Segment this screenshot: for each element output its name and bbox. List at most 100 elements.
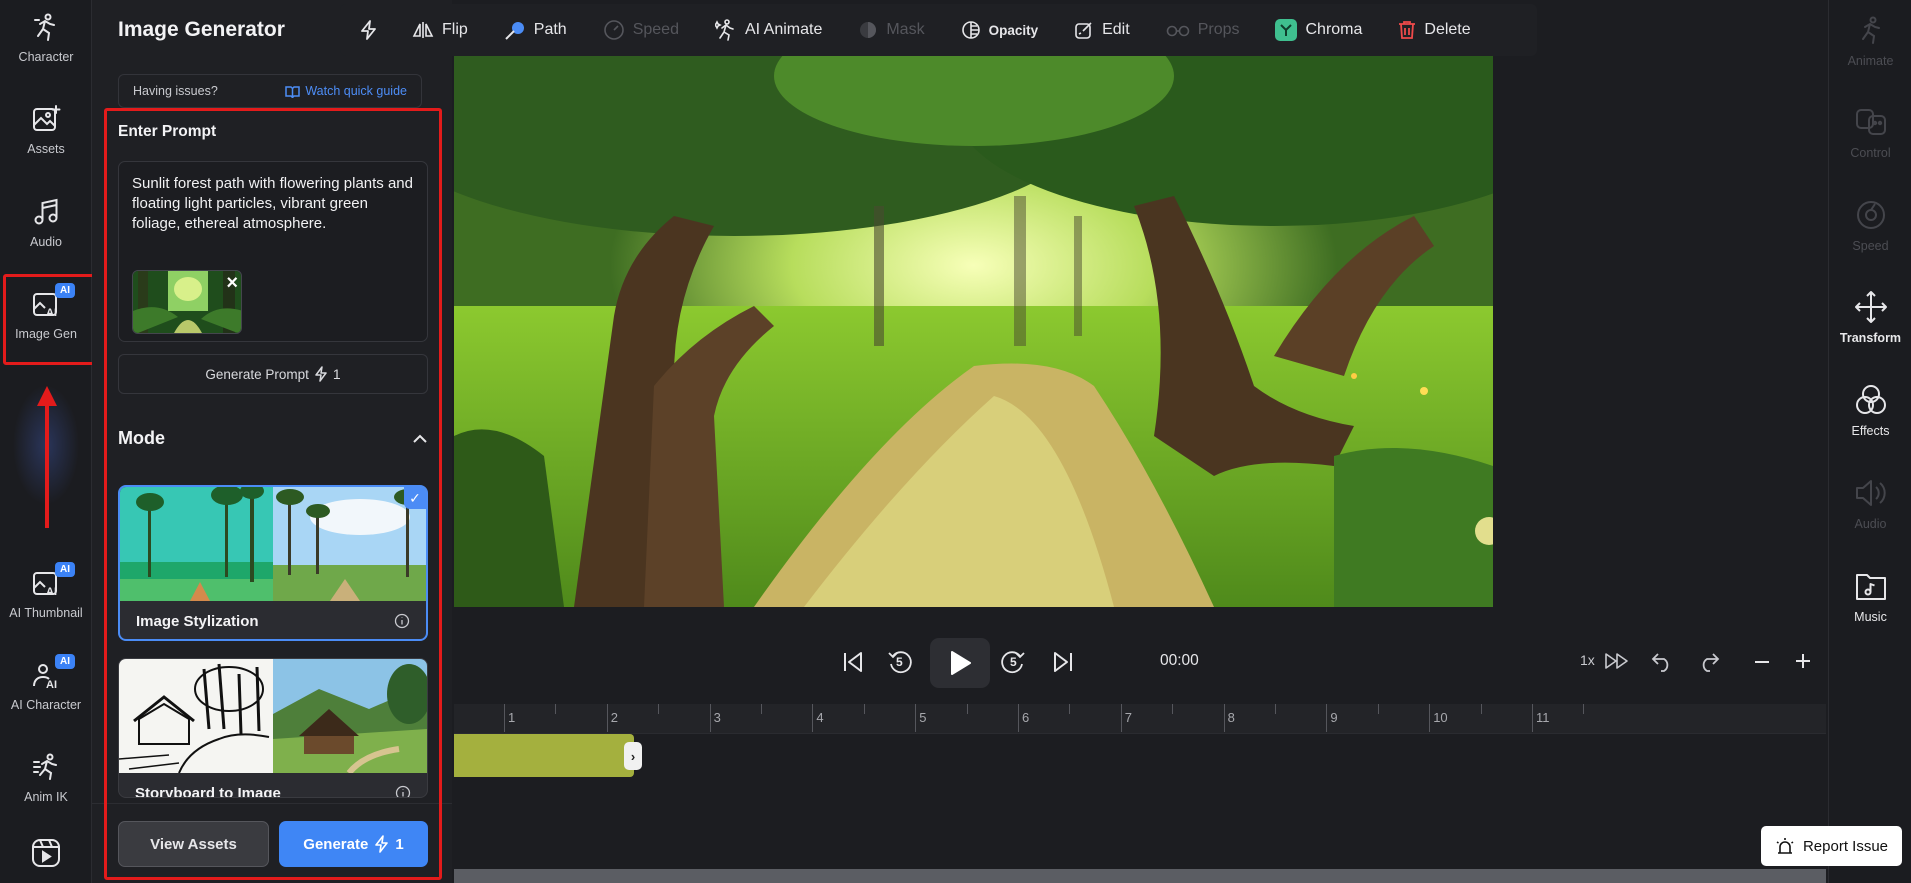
toolbar-speed-button[interactable]: Speed [603, 19, 679, 41]
ai-animate-icon [714, 19, 737, 41]
play-button[interactable] [930, 638, 990, 688]
rail-label: Character [18, 50, 74, 64]
ruler-major-tick [606, 704, 608, 732]
redo-button[interactable] [1697, 650, 1721, 672]
right-rail-label: Music [1854, 610, 1887, 624]
info-icon[interactable] [395, 785, 411, 797]
prompt-textarea[interactable]: Sunlit forest path with flowering plants… [118, 161, 428, 342]
image-plus-icon [29, 102, 63, 136]
ruler-major-tick [504, 704, 505, 732]
rail-item-video[interactable] [0, 826, 92, 883]
lightning-icon [375, 835, 389, 853]
toolbar-flip-button[interactable]: Flip [412, 21, 468, 39]
ruler-major-tick [1429, 704, 1431, 732]
rail-item-character[interactable]: Character [0, 0, 92, 84]
generate-button[interactable]: Generate 1 [279, 821, 428, 867]
help-text: Having issues? [133, 84, 218, 98]
canvas-stage [454, 0, 1828, 614]
generate-label: Generate [303, 835, 369, 853]
forward-5-button[interactable]: 5 [1000, 649, 1026, 675]
toolbar-label: AI Animate [744, 21, 823, 38]
rail-item-image-gen[interactable]: AI AI Image Gen [0, 277, 92, 361]
rail-item-audio[interactable]: Audio [0, 185, 92, 269]
mode-card-storyboard-to-image[interactable]: Storyboard to Image [118, 658, 428, 798]
lightning-icon [360, 20, 376, 40]
props-icon [1166, 23, 1190, 37]
right-rail-audio[interactable]: Audio [1829, 463, 1911, 547]
mask-icon [858, 20, 878, 40]
ruler-tick-label: 2 [610, 710, 619, 725]
mode-caption: Image Stylization [120, 601, 426, 639]
toolbar-opacity-button[interactable]: Opacity [961, 20, 1038, 40]
selected-check-icon: ✓ [404, 487, 426, 509]
report-issue-button[interactable]: Report Issue [1761, 826, 1902, 866]
right-rail-effects[interactable]: Effects [1829, 370, 1911, 454]
toolbar-label: Chroma [1305, 21, 1363, 38]
toolbar-props-button[interactable]: Props [1166, 21, 1239, 39]
toolbar-label: Edit [1102, 21, 1130, 38]
ruler-tick-label: 6 [1022, 710, 1030, 725]
view-assets-button[interactable]: View Assets [118, 821, 269, 867]
timeline-scrollbar[interactable] [454, 869, 1826, 883]
toolbar-lightning-button[interactable] [360, 20, 376, 40]
skip-to-end-icon [1052, 651, 1074, 673]
timeline-ruler[interactable]: 1 2 3 4 5 6 7 8 9 10 11 [454, 704, 1826, 734]
ruler-tick-label: 4 [816, 710, 824, 725]
ruler-tick-label: 1 [508, 710, 516, 725]
toolbar-mask-button[interactable]: Mask [858, 20, 925, 40]
mode-preview-image [119, 659, 427, 773]
toolbar-ai-animate-button[interactable]: AI Animate [714, 19, 823, 41]
mode-card-image-stylization[interactable]: Image Stylization ✓ [118, 485, 428, 641]
book-icon [285, 85, 301, 98]
music-note-icon [29, 195, 63, 229]
toolbar-path-button[interactable]: Path [504, 20, 567, 40]
toolbar-label: Delete [1424, 21, 1471, 38]
mode-caption: Storyboard to Image [119, 773, 427, 797]
toolbar-label: Path [533, 21, 567, 38]
red-arrow [35, 384, 59, 528]
skip-to-start-button[interactable] [842, 651, 864, 673]
mode-header[interactable]: Mode [118, 428, 428, 449]
ai-image-icon: AI AI [29, 283, 75, 321]
rail-item-anim-ik[interactable]: Anim IK [0, 740, 92, 824]
rail-item-ai-thumbnail[interactable]: AI AI AI Thumbnail [0, 556, 92, 640]
rail-item-ai-character[interactable]: AI AI AI Character [0, 648, 92, 732]
right-rail-control[interactable]: Control [1829, 92, 1911, 176]
zoom-in-button[interactable] [1795, 653, 1811, 669]
right-rail: Animate Control Speed Transform Effects … [1828, 0, 1911, 883]
right-rail-speed[interactable]: Speed [1829, 185, 1911, 269]
ruler-major-tick [1532, 704, 1533, 732]
right-rail-transform[interactable]: Transform [1829, 277, 1911, 361]
generate-prompt-button[interactable]: Generate Prompt 1 [118, 354, 428, 394]
rail-label: Assets [27, 142, 65, 156]
panel-footer: View Assets Generate 1 [92, 803, 452, 883]
timeline-clip[interactable] [454, 734, 634, 777]
chroma-icon [1275, 19, 1298, 41]
character-icon [29, 10, 63, 44]
ruler-tick-label: 5 [919, 710, 927, 725]
right-rail-label: Effects [1851, 424, 1890, 438]
chevron-up-icon [412, 434, 428, 444]
info-icon[interactable] [394, 613, 410, 629]
mode-label: Image Stylization [136, 612, 259, 630]
right-rail-label: Speed [1852, 239, 1889, 253]
undo-button[interactable] [1650, 650, 1674, 672]
right-rail-animate[interactable]: Animate [1829, 0, 1911, 84]
playback-speed[interactable]: 1x [1580, 652, 1595, 668]
skip-to-end-button[interactable] [1052, 651, 1074, 673]
reference-image-thumbnail[interactable]: × [132, 270, 242, 334]
rail-item-assets[interactable]: Assets [0, 92, 92, 176]
watch-guide-link[interactable]: Watch quick guide [285, 84, 407, 98]
toolbar-chroma-button[interactable]: Chroma [1275, 19, 1362, 41]
toolbar-delete-button[interactable]: Delete [1398, 20, 1471, 40]
rewind-5-button[interactable]: 5 [887, 649, 913, 675]
right-rail-music[interactable]: Music [1829, 556, 1911, 640]
zoom-out-button[interactable] [1754, 660, 1770, 664]
canvas-image[interactable] [454, 56, 1493, 607]
clip-extend-handle[interactable]: › [624, 742, 642, 770]
fast-forward-button[interactable] [1604, 652, 1630, 670]
toolbar-edit-button[interactable]: Edit [1074, 20, 1130, 40]
remove-image-button[interactable]: × [226, 273, 238, 293]
rail-label: AI Character [10, 698, 82, 712]
ai-character-icon: AI AI [29, 654, 75, 692]
